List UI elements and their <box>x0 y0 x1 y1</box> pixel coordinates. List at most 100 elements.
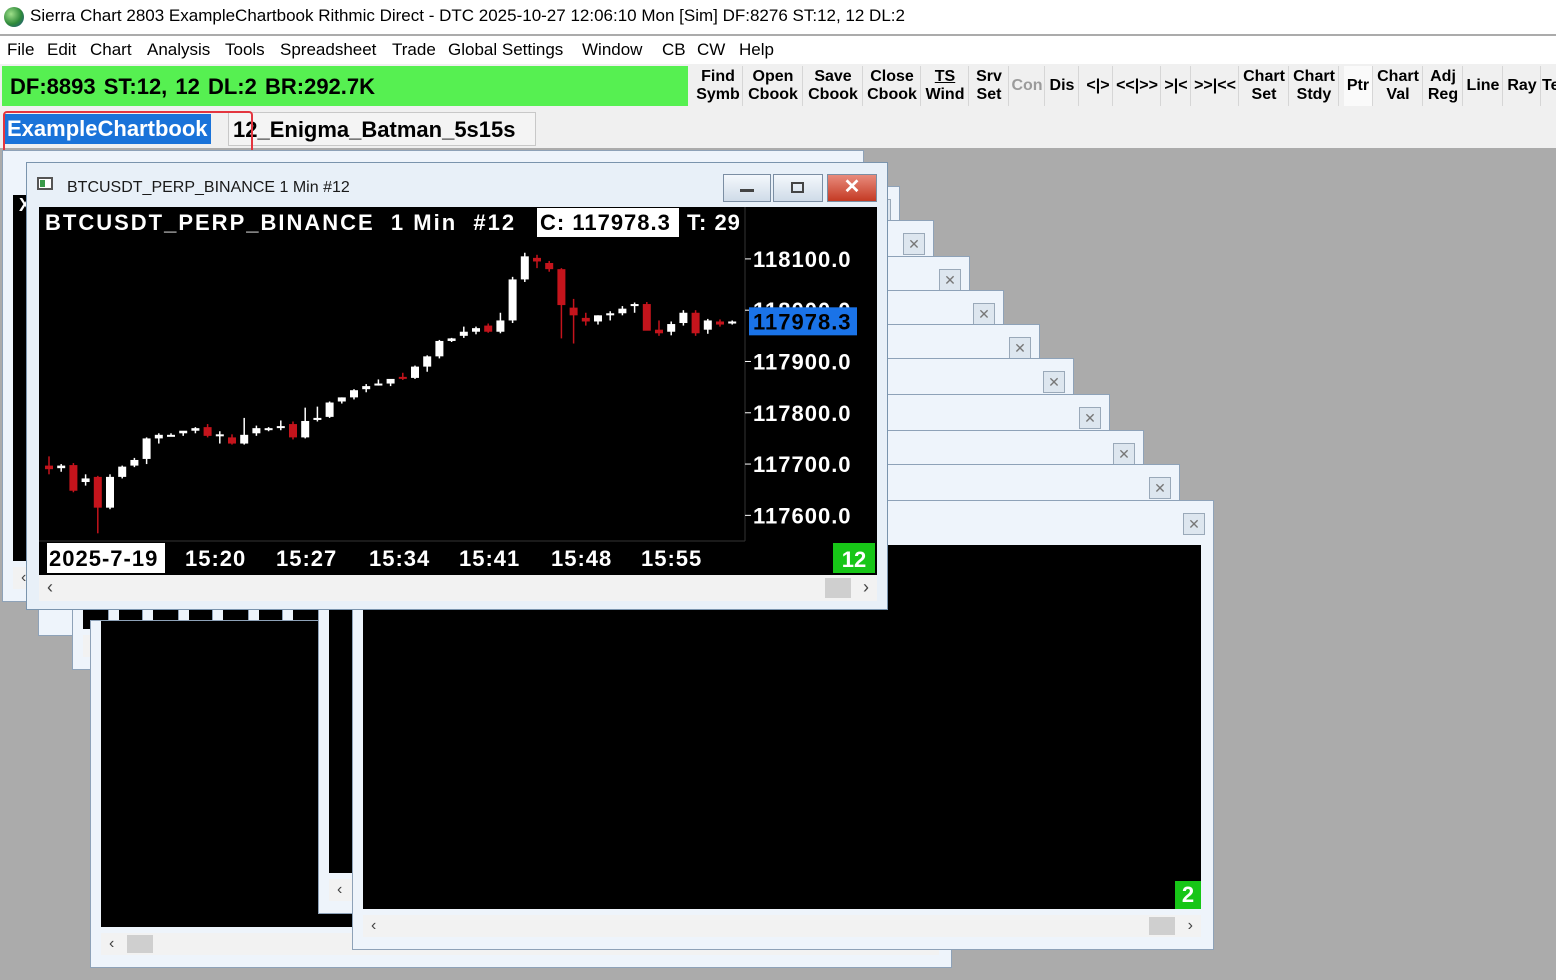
candle-down <box>533 257 541 262</box>
candle-up <box>313 417 322 420</box>
price-tick-label: 117800.0 <box>753 401 852 426</box>
candle-up <box>276 426 285 429</box>
nav-center-button[interactable]: <|> <box>1084 66 1113 106</box>
scroll-left-arrow-icon[interactable]: ‹ <box>47 577 53 598</box>
candle-down <box>289 424 297 438</box>
ray-tool-button[interactable]: Ray <box>1504 66 1541 106</box>
menu-chart[interactable]: Chart <box>90 40 132 60</box>
candle-up <box>179 430 188 434</box>
window-control-icon[interactable]: ✕ <box>973 303 995 325</box>
window-control-icon[interactable]: ✕ <box>1149 477 1171 499</box>
menu-window[interactable]: Window <box>582 40 642 60</box>
chart-canvas: 118100.0118000.0117900.0117800.0117700.0… <box>39 207 875 573</box>
scroll-left-arrow-icon[interactable]: ‹ <box>337 879 342 901</box>
horizontal-scrollbar[interactable]: ‹› <box>363 915 1201 937</box>
menu-edit[interactable]: Edit <box>47 40 76 60</box>
chart-window-title: BTCUSDT_PERP_BINANCE 1 Min #12 <box>67 179 350 196</box>
menu-analysis[interactable]: Analysis <box>147 40 210 60</box>
menu-help[interactable]: Help <box>739 40 774 60</box>
scroll-left-arrow-icon[interactable]: ‹ <box>371 915 376 937</box>
candle-up <box>81 478 90 483</box>
candle-down <box>398 376 407 379</box>
window-control-icon[interactable]: ✕ <box>1079 407 1101 429</box>
candle-up <box>130 459 139 466</box>
time-remaining-text: T: 29 <box>687 210 741 235</box>
window-control-icon[interactable]: ✕ <box>1113 443 1135 465</box>
candle-up <box>423 356 432 367</box>
server-settings-button[interactable]: Srv Set <box>970 66 1009 106</box>
window-control-icon[interactable]: ✕ <box>1043 371 1065 393</box>
candle-up <box>496 320 505 332</box>
maximize-icon <box>791 182 804 193</box>
pointer-tool-button[interactable]: Ptr <box>1344 66 1373 106</box>
close-price-text: C: 117978.3 <box>540 210 671 235</box>
nav-expand-button[interactable]: <<|>> <box>1114 66 1161 106</box>
candle-up <box>618 308 627 314</box>
chart-values-button[interactable]: Chart Val <box>1374 66 1423 106</box>
menu-spreadsheet[interactable]: Spreadsheet <box>280 40 376 60</box>
chart-studies-button[interactable]: Chart Stdy <box>1290 66 1339 106</box>
menu-cw[interactable]: CW <box>697 40 725 60</box>
candle-down <box>45 465 53 470</box>
candle-up <box>191 428 200 431</box>
scroll-right-arrow-icon[interactable]: › <box>863 577 869 598</box>
menu-bar: File Edit Chart Analysis Tools Spreadshe… <box>0 36 1556 64</box>
text-tool-button[interactable]: Te <box>1542 66 1556 106</box>
candle-up <box>118 466 127 477</box>
adjust-region-button[interactable]: Adj Reg <box>1424 66 1463 106</box>
open-chartbook-button[interactable]: Open Cbook <box>744 66 803 106</box>
scroll-thumb[interactable] <box>127 935 153 953</box>
trade-window-button[interactable]: TS Wind <box>922 66 969 106</box>
time-tick-label: 15:20 <box>185 546 246 571</box>
menu-file[interactable]: File <box>7 40 34 60</box>
chart-number-badge: 2 <box>1175 881 1201 909</box>
candle-up <box>435 340 444 357</box>
menu-tools[interactable]: Tools <box>225 40 265 60</box>
price-tick-label: 117900.0 <box>753 349 852 374</box>
scroll-thumb[interactable] <box>1149 917 1175 935</box>
price-tick-label: 117600.0 <box>753 503 852 528</box>
candle-down <box>93 476 102 508</box>
minimize-button[interactable] <box>723 174 771 202</box>
candle-up <box>728 321 737 324</box>
candle-down <box>545 263 554 270</box>
candle-down <box>203 427 212 436</box>
window-control-icon[interactable]: ✕ <box>903 233 925 255</box>
disconnect-button[interactable]: Dis <box>1046 66 1079 106</box>
find-symbol-button[interactable]: Find Symb <box>694 66 743 106</box>
candle-up <box>142 438 151 459</box>
horizontal-scrollbar[interactable]: ‹ › <box>39 575 877 601</box>
nav-collapse-all-button[interactable]: >>|<< <box>1192 66 1239 106</box>
line-tool-button[interactable]: Line <box>1464 66 1503 106</box>
scroll-thumb[interactable] <box>825 578 851 598</box>
candle-down <box>569 307 578 316</box>
scroll-left-arrow-icon[interactable]: ‹ <box>109 933 114 955</box>
menu-cb[interactable]: CB <box>662 40 686 60</box>
time-tick-label: 15:34 <box>369 546 430 571</box>
price-tick-label: 117700.0 <box>753 452 852 477</box>
candle-up <box>350 390 358 398</box>
menu-global-settings[interactable]: Global Settings <box>448 40 563 60</box>
maximize-button[interactable] <box>773 174 823 202</box>
close-chartbook-button[interactable]: Close Cbook <box>864 66 921 106</box>
candle-up <box>252 428 261 434</box>
window-control-icon[interactable]: ✕ <box>1183 513 1205 535</box>
candle-up <box>374 383 383 386</box>
close-button[interactable]: ✕ <box>827 174 877 202</box>
tab-enigma-batman[interactable]: 12_Enigma_Batman_5s15s <box>228 112 536 146</box>
candle-up <box>594 315 602 322</box>
window-control-icon[interactable]: ✕ <box>939 269 961 291</box>
nav-collapse-button[interactable]: >|< <box>1162 66 1191 106</box>
window-control-icon[interactable]: ✕ <box>1009 337 1031 359</box>
scroll-right-arrow-icon[interactable]: › <box>1188 915 1193 937</box>
candlestick-chart[interactable]: 118100.0118000.0117900.0117800.0117700.0… <box>39 207 877 575</box>
last-price-label: 117978.3 <box>753 309 852 334</box>
save-chartbook-button[interactable]: Save Cbook <box>804 66 863 106</box>
candle-up <box>520 256 529 280</box>
menu-trade[interactable]: Trade <box>392 40 436 60</box>
main-chart-window[interactable]: BTCUSDT_PERP_BINANCE 1 Min #12 ✕ 118100.… <box>26 162 888 610</box>
candle-up <box>411 366 419 378</box>
window-title: Sierra Chart 2803 ExampleChartbook Rithm… <box>30 6 905 25</box>
chart-settings-button[interactable]: Chart Set <box>1240 66 1289 106</box>
connect-button[interactable]: Con <box>1010 66 1045 106</box>
